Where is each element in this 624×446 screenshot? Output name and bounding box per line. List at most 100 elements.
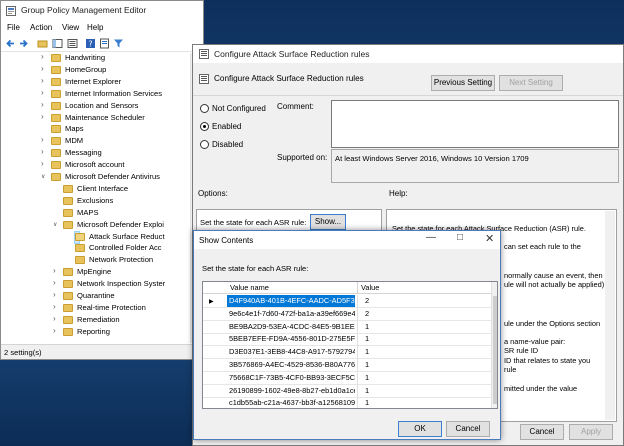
value-name-cell[interactable]: BE9BA2D9-53EA-4CDC-84E5-9B1EEE... bbox=[227, 321, 355, 333]
folder-icon bbox=[51, 125, 61, 134]
grid-scrollbar-thumb[interactable] bbox=[493, 296, 497, 404]
gpme-menubar: File Action View Help bbox=[1, 21, 203, 35]
tree-item-label: Real-time Protection bbox=[77, 302, 146, 312]
chevron-icon[interactable]: › bbox=[41, 135, 44, 144]
menu-file[interactable]: File bbox=[7, 23, 20, 32]
close-icon[interactable]: ✕ bbox=[485, 232, 494, 245]
value-cell[interactable]: 1 bbox=[365, 322, 369, 331]
chevron-icon[interactable]: ∨ bbox=[41, 173, 45, 180]
chevron-icon[interactable]: › bbox=[53, 278, 56, 287]
value-cell[interactable]: 2 bbox=[365, 309, 369, 318]
chevron-icon[interactable]: › bbox=[41, 159, 44, 168]
next-setting-button[interactable]: Next Setting bbox=[499, 75, 563, 91]
show-button[interactable]: Show... bbox=[310, 214, 346, 230]
chevron-icon[interactable]: › bbox=[41, 88, 44, 97]
back-arrow-icon[interactable] bbox=[5, 38, 16, 49]
value-cell[interactable]: 1 bbox=[365, 334, 369, 343]
help-scrollbar[interactable] bbox=[605, 211, 615, 420]
cell-divider bbox=[357, 333, 358, 347]
previous-setting-button[interactable]: Previous Setting bbox=[431, 75, 495, 91]
table-row[interactable]: ▶ D4F940AB-401B-4EFC-AADC-AD5F3C... 2 bbox=[203, 295, 497, 308]
properties-icon[interactable] bbox=[99, 38, 110, 49]
list-view-icon[interactable] bbox=[67, 38, 78, 49]
disabled-radio[interactable] bbox=[200, 140, 209, 149]
table-row[interactable]: 75668C1F-73B5-4CF0-BB93-3ECF5CB... 1 bbox=[203, 371, 497, 385]
value-name-cell[interactable]: 3B576869-A4EC-4529-8536-B80A7769... bbox=[227, 359, 355, 371]
table-row[interactable]: D3E037E1-3EB8-44C8-A917-57927947... 1 bbox=[203, 346, 497, 360]
filter-icon[interactable] bbox=[113, 38, 124, 49]
cell-divider bbox=[357, 359, 358, 372]
table-row[interactable]: 3B576869-A4EC-4529-8536-B80A7769... 1 bbox=[203, 359, 497, 372]
comment-textbox[interactable] bbox=[331, 100, 619, 148]
tree-item-label: Controlled Folder Acc bbox=[89, 243, 162, 253]
chevron-icon[interactable]: › bbox=[53, 314, 56, 323]
tree-item-label: Quarantine bbox=[77, 291, 115, 300]
tree-item-label: Remediation bbox=[77, 314, 120, 324]
value-name-cell[interactable]: 75668C1F-73B5-4CF0-BB93-3ECF5CB... bbox=[227, 372, 355, 384]
chevron-icon[interactable]: › bbox=[53, 266, 56, 275]
value-cell[interactable]: 1 bbox=[365, 373, 369, 382]
folder-icon bbox=[51, 113, 61, 122]
folder-icon bbox=[63, 315, 73, 324]
tree-item[interactable]: Attack Surface Reduct bbox=[74, 230, 165, 244]
apply-button[interactable]: Apply bbox=[569, 424, 613, 440]
cell-divider bbox=[357, 384, 358, 398]
table-row[interactable]: 5BEB7EFE-FD9A-4556-801D-275E5FF... 1 bbox=[203, 333, 497, 347]
ok-button[interactable]: OK bbox=[398, 421, 442, 437]
not-configured-radio[interactable] bbox=[200, 104, 209, 113]
value-cell[interactable]: 2 bbox=[365, 296, 369, 305]
value-header[interactable]: Value bbox=[361, 283, 379, 292]
value-cell[interactable]: 1 bbox=[365, 347, 369, 356]
value-name-cell[interactable]: 26190899-1602-49e8-8b27-eb1d0a1ce... bbox=[227, 385, 355, 397]
menu-help[interactable]: Help bbox=[87, 23, 103, 32]
menu-view[interactable]: View bbox=[62, 23, 79, 32]
chevron-icon[interactable]: › bbox=[53, 302, 56, 311]
minimize-icon[interactable]: — bbox=[426, 232, 436, 243]
folder-icon bbox=[63, 196, 73, 205]
help-icon[interactable]: ? bbox=[85, 38, 96, 49]
chevron-icon[interactable]: › bbox=[53, 290, 56, 299]
show-hide-tree-icon[interactable] bbox=[52, 38, 63, 49]
table-row[interactable]: 9e6c4e1f-7d60-472f-ba1a-a39ef669e4b2 2 bbox=[203, 307, 497, 321]
folder-icon bbox=[51, 89, 61, 98]
cell-divider bbox=[357, 320, 358, 334]
value-cell[interactable]: 1 bbox=[365, 386, 369, 395]
value-cell[interactable]: 1 bbox=[365, 360, 369, 369]
value-name-cell[interactable]: 5BEB7EFE-FD9A-4556-801D-275E5FF... bbox=[227, 333, 355, 345]
up-folder-icon[interactable] bbox=[37, 38, 48, 49]
cancel-button[interactable]: Cancel bbox=[520, 424, 564, 440]
folder-icon bbox=[63, 184, 73, 193]
menu-action[interactable]: Action bbox=[30, 23, 52, 32]
chevron-icon[interactable]: › bbox=[41, 112, 44, 121]
chevron-icon[interactable]: › bbox=[41, 53, 44, 61]
tree-item-label: MAPS bbox=[77, 207, 99, 217]
chevron-icon[interactable]: › bbox=[41, 64, 44, 73]
value-name-cell[interactable]: D4F940AB-401B-4EFC-AADC-AD5F3C... bbox=[227, 295, 355, 307]
grid-scrollbar[interactable] bbox=[491, 282, 497, 408]
chevron-icon[interactable]: › bbox=[41, 76, 44, 85]
disabled-label: Disabled bbox=[212, 140, 244, 149]
values-grid[interactable]: Value name Value ▶ D4F940AB-401B-4EFC-AAD… bbox=[202, 281, 498, 409]
table-row[interactable]: BE9BA2D9-53EA-4CDC-84E5-9B1EEE... 1 bbox=[203, 320, 497, 334]
enabled-radio[interactable] bbox=[200, 122, 209, 131]
forward-arrow-icon[interactable] bbox=[18, 38, 29, 49]
chevron-icon[interactable]: ∨ bbox=[53, 221, 57, 228]
value-name-cell[interactable]: D3E037E1-3EB8-44C8-A917-57927947... bbox=[227, 346, 355, 358]
table-row[interactable]: c1db55ab-c21a-4637-bb3f-a12568109... 1 bbox=[203, 397, 497, 408]
value-cell[interactable]: 1 bbox=[365, 398, 369, 407]
cell-divider bbox=[357, 307, 358, 321]
chevron-icon[interactable]: › bbox=[53, 326, 56, 335]
show-contents-titlebar: Show Contents — □ ✕ bbox=[194, 231, 500, 249]
table-row[interactable]: 26190899-1602-49e8-8b27-eb1d0a1ce... 1 bbox=[203, 384, 497, 398]
policy-tree[interactable]: › Handwriting › HomeGroup › Internet Explorer… bbox=[1, 53, 191, 343]
show-contents-cancel-button[interactable]: Cancel bbox=[446, 421, 490, 437]
folder-icon bbox=[63, 280, 73, 289]
tree-item-label: Microsoft account bbox=[65, 160, 125, 170]
value-name-header[interactable]: Value name bbox=[230, 283, 269, 292]
maximize-icon[interactable]: □ bbox=[457, 232, 463, 243]
chevron-icon[interactable]: › bbox=[41, 147, 44, 156]
folder-icon bbox=[75, 256, 85, 265]
chevron-icon[interactable]: › bbox=[41, 100, 44, 109]
value-name-cell[interactable]: 9e6c4e1f-7d60-472f-ba1a-a39ef669e4b2 bbox=[227, 308, 355, 320]
value-name-cell[interactable]: c1db55ab-c21a-4637-bb3f-a12568109... bbox=[227, 397, 355, 408]
